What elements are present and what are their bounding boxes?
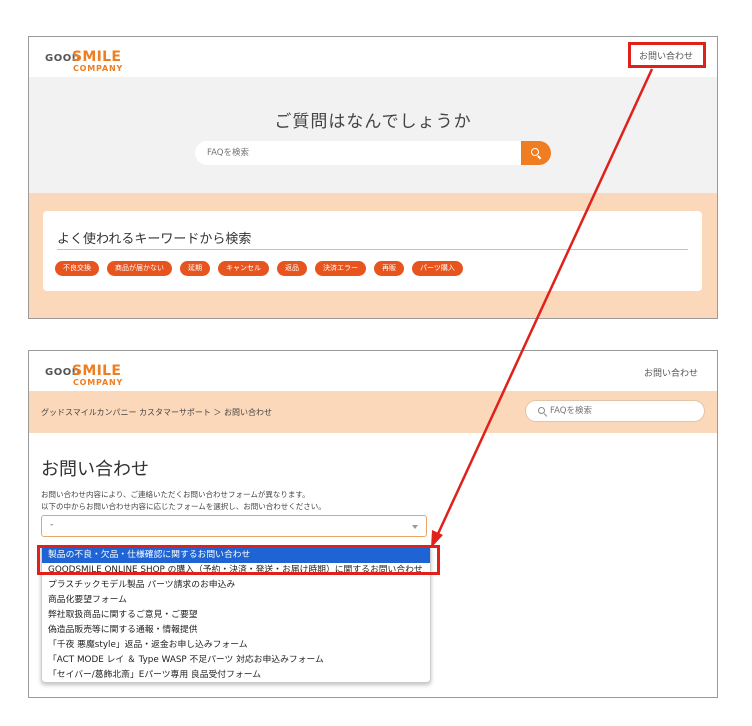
keyword-tag[interactable]: 商品が届かない [107,261,172,276]
inquiry-type-select[interactable]: - [41,515,427,537]
keyword-tag[interactable]: 決済エラー [315,261,366,276]
description-line: 以下の中からお問い合わせ内容に応じたフォームを選択し、お問い合わせください。 [41,502,326,511]
keyword-tag[interactable]: キャンセル [218,261,269,276]
description-line: お問い合わせ内容により、ご連絡いただくお問い合わせフォームが異なります。 [41,490,310,499]
keyword-tag[interactable]: 延期 [180,261,210,276]
keyword-tag[interactable]: パーツ購入 [412,261,463,276]
contact-link[interactable]: お問い合わせ [644,366,698,379]
keyword-section: よく使われるキーワードから検索 不良交換 商品が届かない 延期 キャンセル 返品… [29,193,717,318]
search-icon [538,407,548,417]
keyword-card: よく使われるキーワードから検索 不良交換 商品が届かない 延期 キャンセル 返品… [43,211,702,291]
keyword-tag-list: 不良交換 商品が届かない 延期 キャンセル 返品 決済エラー 再販 パーツ購入 [55,261,463,276]
dropdown-option[interactable]: 「セイバー/葛飾北斎」Eパーツ専用 良品受付フォーム [42,668,430,682]
keyword-title: よく使われるキーワードから検索 [57,232,252,247]
highlight-box-option [37,545,440,575]
faq-search-input[interactable] [207,141,507,165]
goodsmile-logo[interactable]: GOOD SMILE COMPANY [45,363,135,389]
chevron-down-icon [412,525,418,529]
dropdown-option[interactable]: 商品化要望フォーム [42,593,430,608]
hero-title: ご質問はなんでしょうか [274,112,472,132]
faq-top-page: GOOD SMILE COMPANY お問い合わせ ご質問はなんでしょうか よく… [28,36,718,319]
faq-search-button[interactable] [521,141,551,165]
breadcrumb[interactable]: グッドスマイルカンパニー カスタマーサポート ＞ お問い合わせ [41,407,272,418]
keyword-tag[interactable]: 不良交換 [55,261,99,276]
page-title: お問い合わせ [41,459,149,480]
keyword-tag[interactable]: 再販 [374,261,404,276]
hero-section: ご質問はなんでしょうか [29,77,717,193]
contact-page: GOOD SMILE COMPANY お問い合わせ グッドスマイルカンパニー カ… [28,350,718,698]
dropdown-option[interactable]: プラスチックモデル製品 パーツ請求のお申込み [42,578,430,593]
site-header: GOOD SMILE COMPANY お問い合わせ [29,37,717,77]
dropdown-option[interactable]: 弊社取扱商品に関するご意見・ご要望 [42,608,430,623]
faq-search-box [525,400,705,422]
keyword-divider [57,249,688,250]
search-icon [531,148,542,160]
dropdown-option[interactable]: 「ACT MODE レイ ＆ Type WASP 不足パーツ 対応お申込みフォー… [42,653,430,668]
keyword-tag[interactable]: 返品 [277,261,307,276]
faq-search-input[interactable] [550,401,690,421]
faq-search-box [195,141,551,165]
goodsmile-logo[interactable]: GOOD SMILE COMPANY [45,49,135,75]
select-value: - [50,520,54,530]
highlight-box-contact [628,42,706,68]
breadcrumb-bar: グッドスマイルカンパニー カスタマーサポート ＞ お問い合わせ [29,391,717,433]
dropdown-option[interactable]: 偽造品販売等に関する通報・情報提供 [42,623,430,638]
site-header: GOOD SMILE COMPANY お問い合わせ [29,351,717,391]
dropdown-option[interactable]: 「千夜 悪魔style」返品・返金お申し込みフォーム [42,638,430,653]
